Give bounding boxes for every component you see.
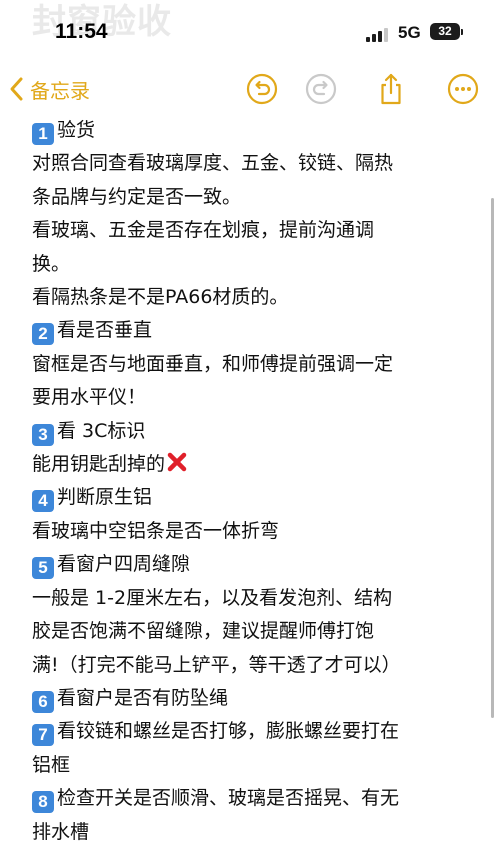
red-cross-mark-icon xyxy=(167,452,187,472)
number-badge-icon: 1 xyxy=(32,123,54,145)
number-badge-icon: 3 xyxy=(32,423,54,446)
number-badge-icon: 6 xyxy=(32,690,54,713)
redo-icon xyxy=(305,73,337,105)
note-line-text: 换。 xyxy=(32,252,71,275)
note-line: 排水槽 xyxy=(32,816,472,849)
note-line: 铝框 xyxy=(32,749,472,782)
note-line-text: 胶是否饱满不留缝隙，建议提醒师傅打饱 xyxy=(32,620,375,643)
note-line-text: 看窗户四周缝隙 xyxy=(57,553,191,576)
note-line-text: 看是否垂直 xyxy=(57,319,153,342)
note-line: 看玻璃、五金是否存在划痕，提前沟通调 xyxy=(32,214,472,247)
scrollbar[interactable] xyxy=(491,198,494,718)
note-line: 一般是 1-2厘米左右，以及看发泡剂、结构 xyxy=(32,582,472,615)
note-line-text: 看玻璃、五金是否存在划痕，提前沟通调 xyxy=(32,219,375,242)
note-line-text: 检查开关是否顺滑、玻璃是否摇晃、有无 xyxy=(57,787,400,810)
battery-tip xyxy=(461,29,463,35)
note-line: 胶是否饱满不留缝隙，建议提醒师傅打饱 xyxy=(32,615,472,648)
battery-level: 32 xyxy=(438,24,452,38)
number-badge-icon: 2 xyxy=(32,323,54,346)
note-line-text: 验货 xyxy=(57,119,96,141)
back-button[interactable]: 备忘录 xyxy=(8,72,90,106)
number-badge-icon: 8 xyxy=(32,791,54,814)
checklist-heading: 7 看铰链和螺丝是否打够，膨胀螺丝要打在 xyxy=(32,715,472,748)
status-time: 11:54 xyxy=(55,20,108,43)
note-line-text: 要用水平仪！ xyxy=(32,386,147,409)
nav-bar: 备忘录 xyxy=(0,64,500,114)
checklist-heading: 8 检查开关是否顺滑、玻璃是否摇晃、有无 xyxy=(32,782,472,815)
note-line: 条品牌与约定是否一致。 xyxy=(32,181,472,214)
network-type: 5G xyxy=(398,23,421,42)
note-line-text: 看铰链和螺丝是否打够，膨胀螺丝要打在 xyxy=(57,720,400,743)
note-line-text: 条品牌与约定是否一致。 xyxy=(32,185,242,208)
more-icon xyxy=(447,73,479,105)
note-line-text: 对照合同查看玻璃厚度、五金、铰链、隔热 xyxy=(32,152,394,175)
battery-icon: 32 xyxy=(430,23,460,40)
note-line: 看隔热条是不是PA66材质的。 xyxy=(32,281,472,314)
checklist-heading: 2 看是否垂直 xyxy=(32,314,472,347)
note-line-text: 满!（打完不能马上铲平，等干透了才可以） xyxy=(32,653,401,676)
chevron-left-icon xyxy=(10,77,23,101)
undo-button[interactable] xyxy=(245,72,279,106)
redo-button[interactable] xyxy=(304,72,338,106)
note-body[interactable]: 1 验货对照合同查看玻璃厚度、五金、铰链、隔热 条品牌与约定是否一致。看玻璃、五金是… xyxy=(32,114,472,849)
note-line-text: 能用钥匙刮掉的 xyxy=(32,453,166,476)
checklist-heading: 3看 3C标识 xyxy=(32,415,472,448)
checklist-heading: 6 看窗户是否有防坠绳 xyxy=(32,682,472,715)
note-line: 能用钥匙刮掉的 xyxy=(32,448,472,481)
note-line-text: 一般是 1-2厘米左右，以及看发泡剂、结构 xyxy=(32,586,393,609)
note-line-text: 铝框 xyxy=(32,753,71,776)
note-line: 满!（打完不能马上铲平，等干透了才可以） xyxy=(32,649,472,682)
undo-icon xyxy=(246,73,278,105)
number-badge-icon: 7 xyxy=(32,724,54,747)
share-icon xyxy=(381,73,401,105)
note-line-text: 窗框是否与地面垂直，和师傅提前强调一定 xyxy=(32,352,394,375)
back-label: 备忘录 xyxy=(30,78,90,103)
note-line: 看玻璃中空铝条是否一体折弯 xyxy=(32,515,472,548)
note-line-text: 排水槽 xyxy=(32,820,90,843)
note-line: 对照合同查看玻璃厚度、五金、铰链、隔热 xyxy=(32,147,472,180)
number-badge-icon: 4 xyxy=(32,490,54,513)
checklist-heading: 5 看窗户四周缝隙 xyxy=(32,548,472,581)
note-line-text: 看隔热条是不是PA66材质的。 xyxy=(32,286,289,309)
note-line-text: 判断原生铝 xyxy=(57,486,153,509)
more-button[interactable] xyxy=(446,72,480,106)
checklist-heading: 4 判断原生铝 xyxy=(32,481,472,514)
share-button[interactable] xyxy=(374,72,408,106)
cellular-signal-icon xyxy=(366,26,392,42)
checklist-heading: 1 验货 xyxy=(32,114,472,147)
note-line-text: 看窗户是否有防坠绳 xyxy=(57,686,229,709)
status-bar: 11:54 5G 32 xyxy=(0,0,500,64)
note-line: 换。 xyxy=(32,248,472,281)
note-line: 要用水平仪！ xyxy=(32,381,472,414)
note-line: 窗框是否与地面垂直，和师傅提前强调一定 xyxy=(32,348,472,381)
number-badge-icon: 5 xyxy=(32,557,54,580)
note-line-text: 看玻璃中空铝条是否一体折弯 xyxy=(32,519,280,542)
note-line-text: 看 3C标识 xyxy=(57,419,146,442)
